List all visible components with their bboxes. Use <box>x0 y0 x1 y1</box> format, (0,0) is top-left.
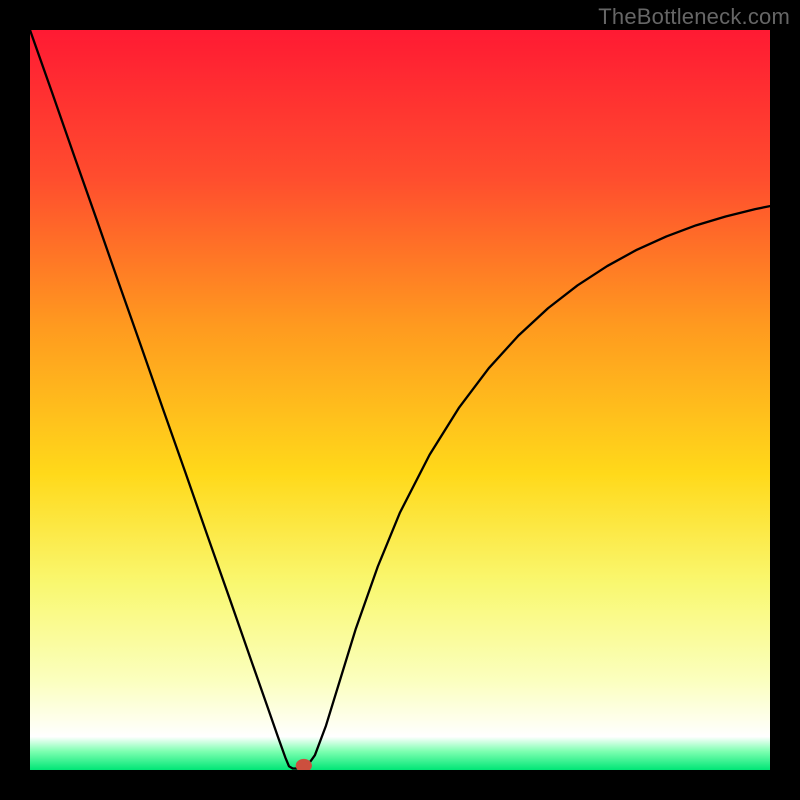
bottleneck-chart <box>30 30 770 770</box>
gradient-background <box>30 30 770 770</box>
chart-frame: TheBottleneck.com <box>0 0 800 800</box>
plot-area <box>30 30 770 770</box>
watermark-text: TheBottleneck.com <box>598 4 790 30</box>
